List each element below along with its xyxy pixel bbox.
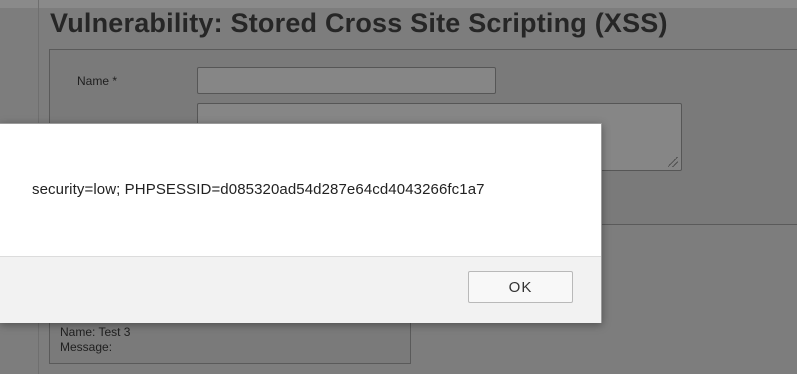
alert-message: security=low; PHPSESSID=d085320ad54d287e… xyxy=(32,181,485,198)
ok-button[interactable]: OK xyxy=(468,271,573,303)
page-title: Vulnerability: Stored Cross Site Scripti… xyxy=(50,8,668,38)
resize-grip-icon[interactable] xyxy=(668,157,678,167)
page-top-band xyxy=(0,0,797,8)
name-label: Name * xyxy=(77,74,118,88)
entry-message: Message: xyxy=(60,340,113,354)
alert-dialog: security=low; PHPSESSID=d085320ad54d287e… xyxy=(0,123,602,323)
entry-name: Name: Test 3 xyxy=(60,325,131,339)
guestbook-entry: Name: Test 3 Message: xyxy=(49,318,411,364)
name-input[interactable] xyxy=(197,67,496,94)
